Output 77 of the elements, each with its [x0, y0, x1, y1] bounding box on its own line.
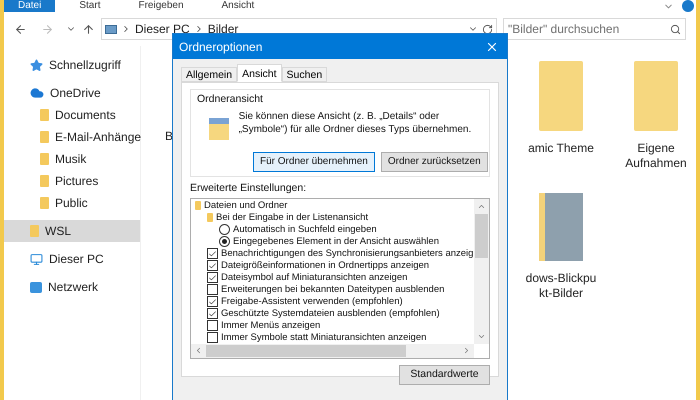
search-input[interactable]: "Bilder" durchsuchen	[508, 20, 670, 38]
checkbox[interactable]	[207, 272, 218, 283]
folder-view-icon	[209, 118, 229, 140]
setting-label: Immer Symbole statt Miniaturansichten anzeigen	[221, 332, 426, 343]
photo-placeholder	[539, 193, 583, 261]
folder-label: dows-Blickpu kt-Bilder	[524, 271, 598, 301]
group-title: Ordneransicht	[197, 92, 264, 107]
checkbox[interactable]	[207, 320, 218, 331]
setting-label: Automatisch in Suchfeld eingeben	[233, 224, 377, 235]
nav-item[interactable]: OneDrive	[4, 82, 140, 104]
folder-icon	[30, 225, 39, 237]
star-icon	[30, 58, 43, 72]
nav-item[interactable]: Musik	[4, 148, 140, 170]
refresh-icon[interactable]	[482, 24, 493, 34]
nav-item[interactable]: Netzwerk	[4, 276, 140, 298]
cloud-icon	[30, 86, 44, 100]
ribbon-tab[interactable]: Start	[65, 0, 114, 12]
checkbox[interactable]	[207, 284, 218, 295]
ribbon-tab[interactable]: Freigeben	[124, 0, 198, 12]
section-label: Erweiterte Einstellungen:	[190, 180, 308, 196]
radio-button[interactable]	[219, 224, 230, 235]
dialog-title: Ordneroptionen	[179, 38, 262, 56]
folder-icon	[634, 61, 678, 131]
checkbox[interactable]	[207, 332, 218, 343]
setting-label: Erweiterungen bei bekannten Dateitypen ausblenden	[221, 284, 444, 295]
folder-label: Eigene Aufnahmen	[624, 141, 688, 171]
nav-item[interactable]: Public	[4, 192, 140, 214]
horizontal-scrollbar[interactable]	[191, 344, 474, 358]
checkbox[interactable]	[207, 260, 218, 271]
search-field[interactable]: "Bilder" durchsuchen	[503, 18, 686, 40]
nav-item[interactable]: Pictures	[4, 170, 140, 192]
ribbon-tab[interactable]: Ansicht	[208, 0, 268, 12]
dialog-tab[interactable]: Ansicht	[237, 64, 282, 82]
folder-icon	[539, 61, 583, 131]
ribbon-tab[interactable]: Datei	[4, 0, 56, 12]
dialog-tab[interactable]: Allgemein	[181, 67, 238, 82]
nav-item[interactable]: Schnellzugriff	[4, 54, 140, 76]
folder-icon	[40, 109, 49, 121]
folder-icon	[40, 131, 49, 143]
dialog-tab[interactable]: Suchen	[282, 67, 328, 82]
checkbox[interactable]	[207, 308, 218, 319]
scroll-thumb[interactable]	[475, 214, 488, 258]
scroll-thumb[interactable]	[206, 344, 406, 356]
back-icon[interactable]	[14, 22, 27, 36]
description-text: Sie können diese Ansicht (z. B. „Details“ oder „Symbole“) für alle Ordner dieses Typs übernehmen.	[238, 110, 472, 137]
folder-label: amic Theme	[527, 141, 595, 156]
nav-item[interactable]: Dieser PC	[4, 248, 140, 270]
nav-item[interactable]: WSL	[4, 220, 140, 242]
folder-icon	[40, 197, 49, 209]
up-icon[interactable]	[82, 22, 95, 36]
nav-item[interactable]: E-Mail-Anhänge	[4, 126, 140, 148]
setting-label: Geschützte Systemdateien ausblenden (empfohlen)	[221, 308, 440, 319]
computer-icon	[30, 252, 43, 266]
setting-label: Dateigrößeinformationen in Ordnertipps anzeigen	[221, 260, 430, 271]
setting-label: Freigabe-Assistent verwenden (empfohlen)	[221, 296, 403, 307]
setting-label: Immer Menüs anzeigen	[221, 320, 320, 331]
folder-icon	[40, 175, 49, 187]
setting-label: Dateisymbol auf Miniaturansichten anzeigen	[221, 272, 408, 283]
setting-label: Eingegebenes Element in der Ansicht auswählen	[233, 236, 439, 247]
pictures-library-icon	[105, 24, 117, 34]
setting-label: Benachrichtigungen des Synchronisierungsanbieters anzeig	[221, 248, 474, 259]
scroll-left-icon[interactable]	[194, 346, 203, 355]
dialog-button[interactable]: Ordner zurücksetzen	[380, 152, 488, 172]
folder-icon	[40, 153, 49, 165]
checkbox[interactable]	[207, 296, 218, 307]
breadcrumb[interactable]: Dieser PC	[135, 20, 190, 38]
setting-label: Dateien und Ordner	[204, 200, 288, 211]
setting-label: Bei der Eingabe in der Listenansicht	[216, 212, 368, 223]
checkbox[interactable]	[207, 248, 218, 259]
radio-button[interactable]	[219, 236, 230, 247]
scroll-right-icon[interactable]	[462, 346, 471, 355]
vertical-scrollbar[interactable]	[474, 198, 489, 344]
defaults-button[interactable]: Standardwerte	[399, 364, 490, 384]
dialog-button[interactable]: Für Ordner übernehmen	[253, 152, 375, 172]
file-label: B	[164, 129, 174, 143]
nav-item[interactable]: Documents	[4, 104, 140, 126]
search-icon	[670, 24, 681, 34]
